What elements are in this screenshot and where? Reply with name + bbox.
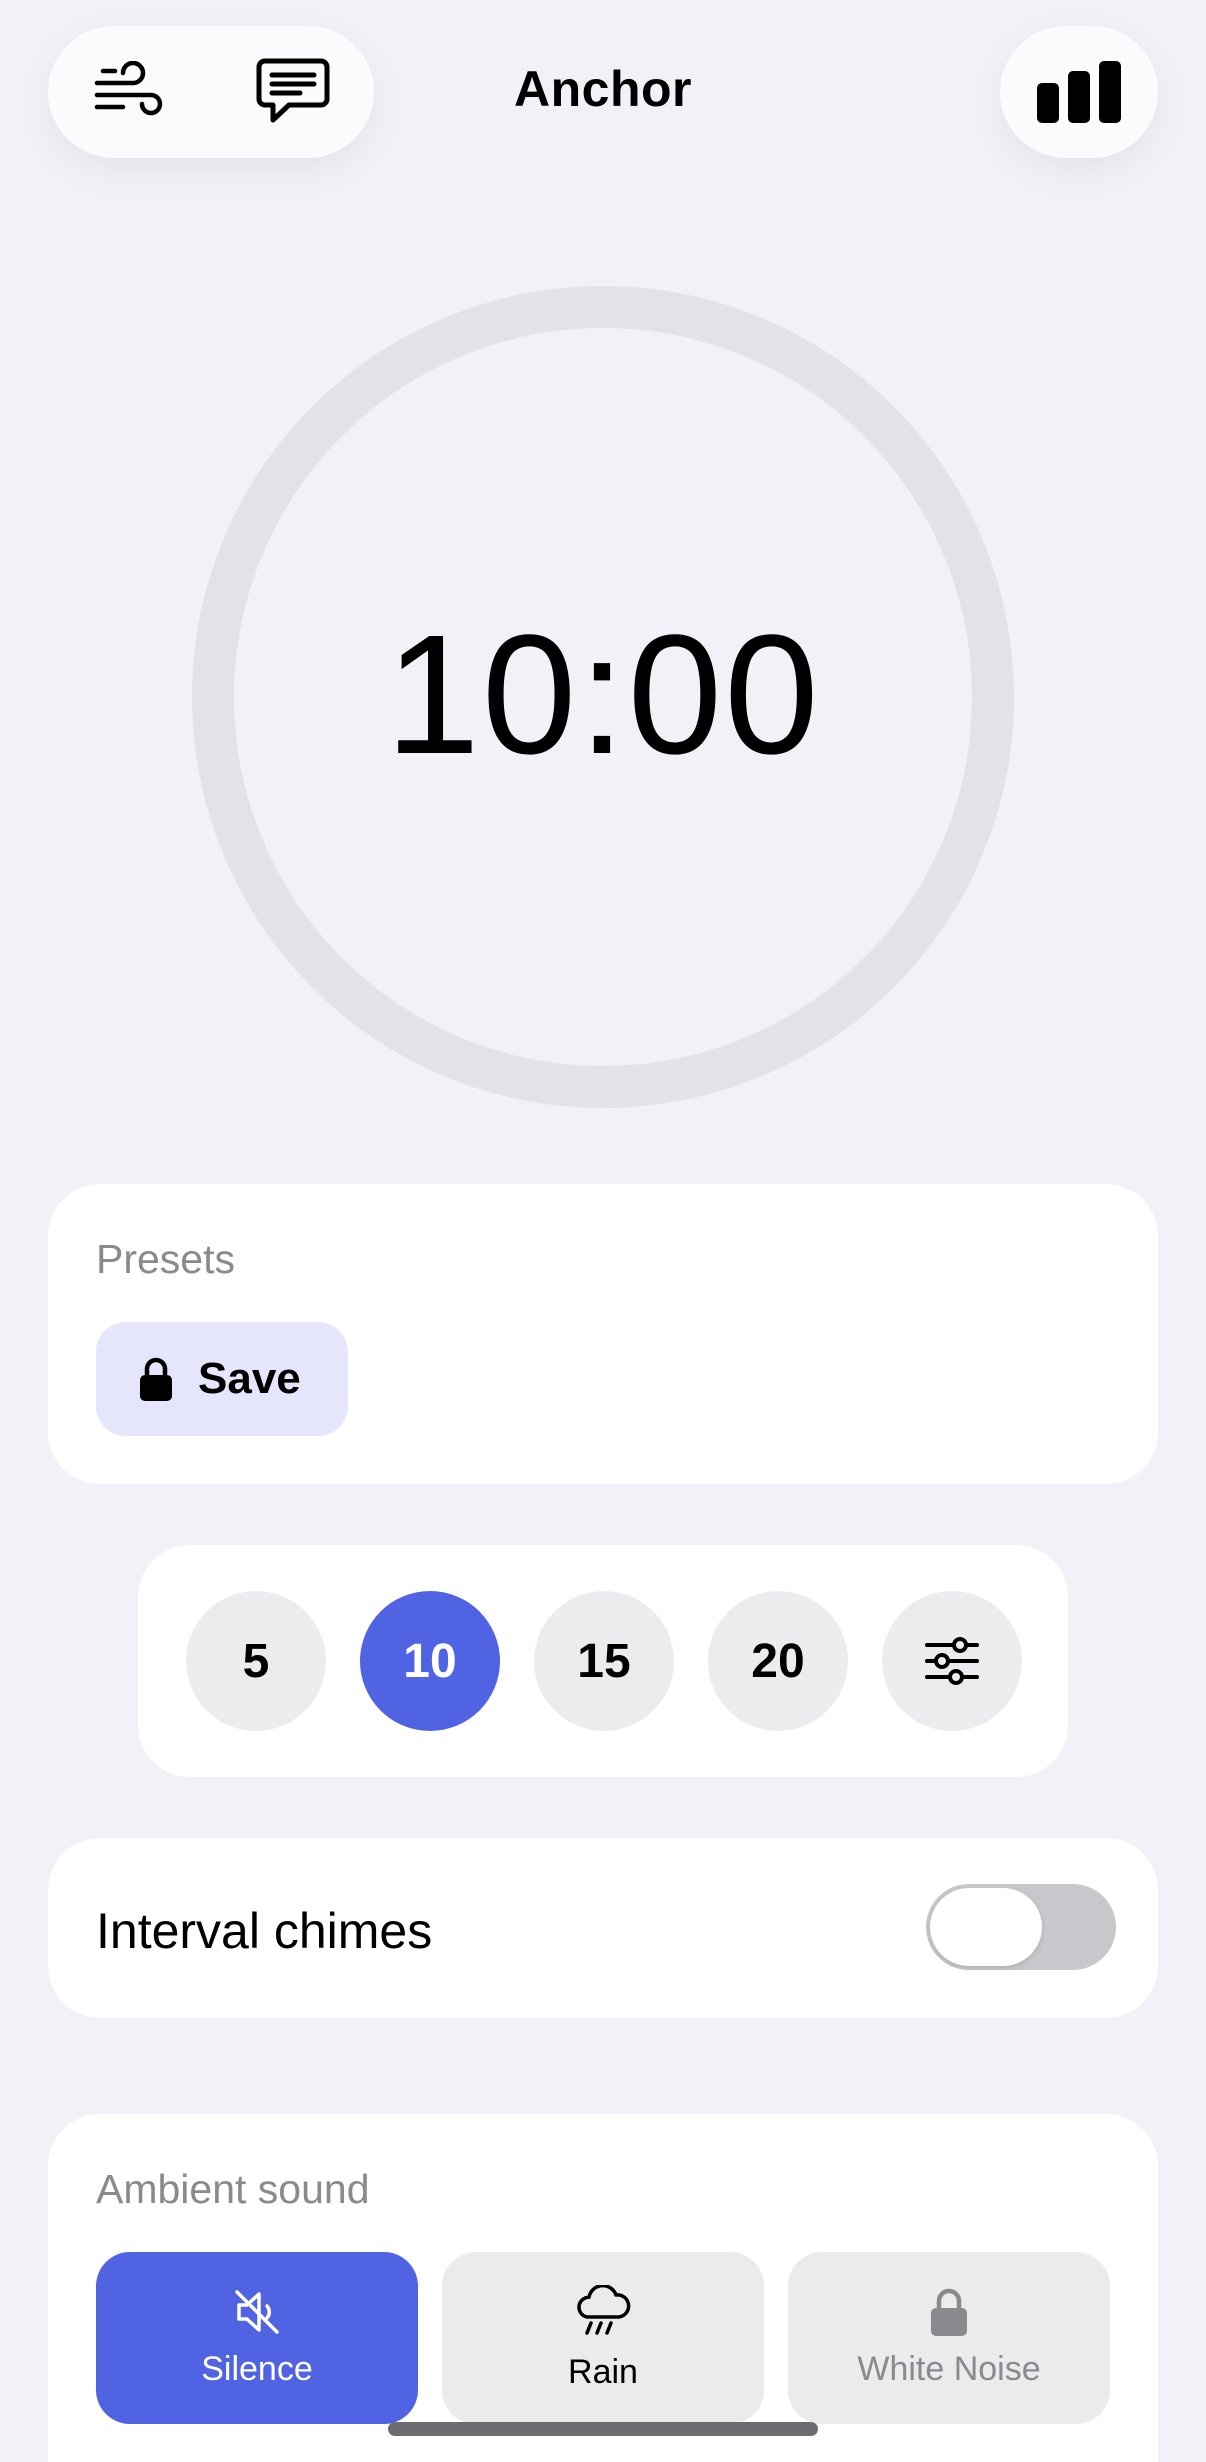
sliders-icon <box>925 1637 979 1685</box>
rain-cloud-icon <box>577 2284 631 2335</box>
custom-duration-button[interactable] <box>882 1591 1022 1731</box>
duration-option-15[interactable]: 15 <box>534 1591 674 1731</box>
duration-selector: 5 10 15 20 <box>138 1545 1068 1777</box>
ambient-option-white-noise[interactable]: White Noise <box>788 2252 1110 2424</box>
ambient-sound-card: Ambient sound Silence Rain White Noise <box>48 2114 1158 2462</box>
presets-card: Presets Save <box>48 1184 1158 1484</box>
rain-label: Rain <box>568 2352 638 2391</box>
toggle-knob <box>930 1888 1042 1966</box>
ambient-option-rain[interactable]: Rain <box>442 2252 764 2424</box>
save-label: Save <box>198 1354 301 1403</box>
timer-screen: Anchor 10:00 Presets Save 5 10 15 20 Int… <box>0 0 1206 2462</box>
ambient-sound-label: Ambient sound <box>96 2166 370 2212</box>
lock-icon <box>931 2288 967 2336</box>
bar-chart-icon <box>1037 61 1121 123</box>
interval-chimes-label: Interval chimes <box>96 1903 433 1959</box>
home-indicator <box>388 2422 818 2436</box>
lock-icon <box>140 1357 172 1401</box>
interval-chimes-card: Interval chimes <box>48 1838 1158 2018</box>
silence-label: Silence <box>201 2349 313 2388</box>
stats-button[interactable] <box>1000 26 1158 158</box>
presets-label: Presets <box>96 1236 235 1282</box>
duration-option-5[interactable]: 5 <box>186 1591 326 1731</box>
ambient-option-silence[interactable]: Silence <box>96 2252 418 2424</box>
white-noise-label: White Noise <box>857 2349 1041 2388</box>
timer-display: 10:00 <box>385 600 821 790</box>
duration-option-20[interactable]: 20 <box>708 1591 848 1731</box>
interval-chimes-toggle[interactable] <box>926 1884 1116 1970</box>
speaker-muted-icon <box>235 2289 279 2334</box>
duration-option-10[interactable]: 10 <box>360 1591 500 1731</box>
save-preset-button[interactable]: Save <box>96 1322 348 1436</box>
